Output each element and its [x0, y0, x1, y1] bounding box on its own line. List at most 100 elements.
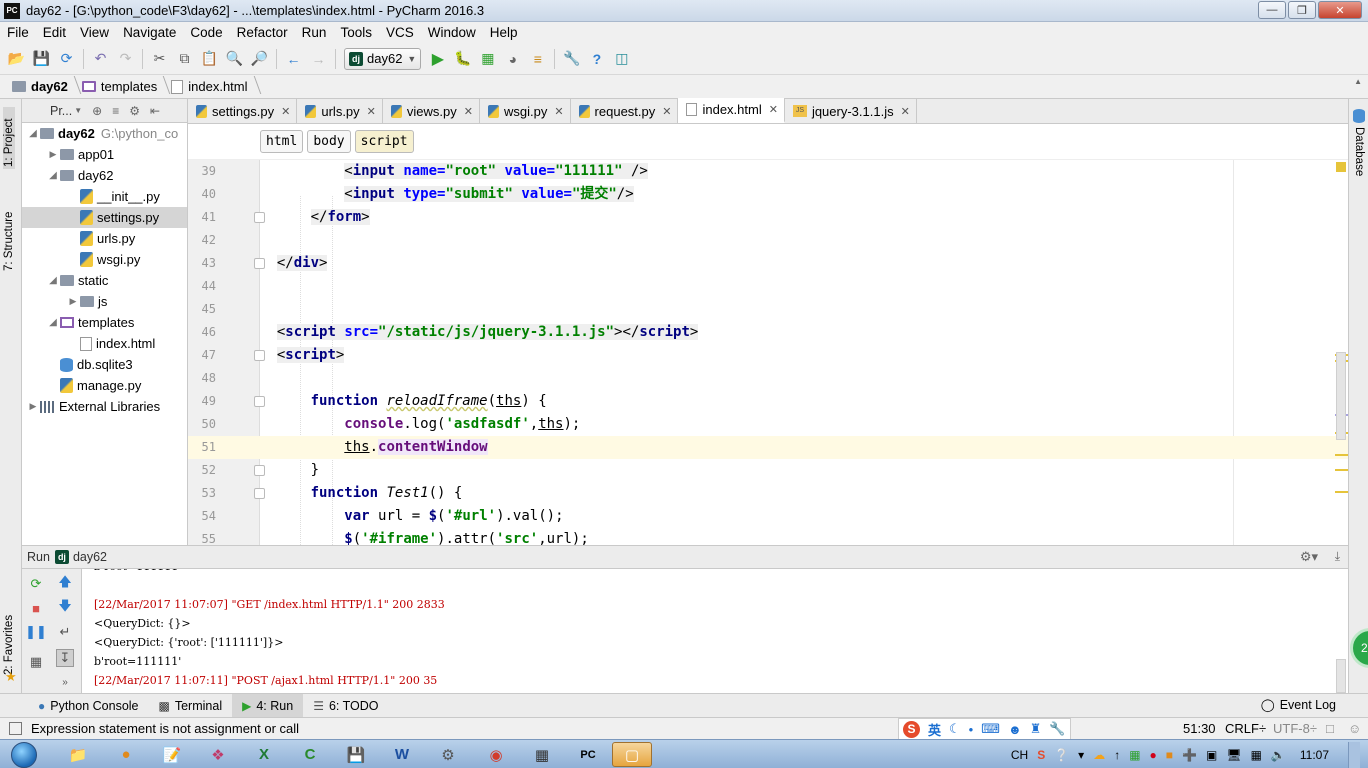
menu-code[interactable]: Code	[183, 25, 229, 40]
expanded-arrow-icon[interactable]: ◢	[46, 170, 60, 181]
browser-icon[interactable]: ●	[106, 742, 146, 767]
xmind-icon[interactable]: ❖	[198, 742, 238, 767]
nav-scroll-up-icon[interactable]: ▲	[1354, 77, 1362, 86]
scroll-to-end-icon[interactable]: ↧	[56, 649, 74, 667]
expanded-arrow-icon[interactable]: ◢	[46, 275, 60, 286]
rerun-icon[interactable]: ⟳	[27, 575, 45, 593]
caret-position[interactable]: 51:30	[1183, 721, 1216, 736]
hide-panel-icon[interactable]: ⤓	[1335, 549, 1340, 564]
toggle-tool-windows-icon[interactable]	[9, 722, 22, 735]
box-icon[interactable]: ■	[1166, 748, 1173, 762]
replace-icon[interactable]: 🔎	[249, 48, 271, 70]
find-icon[interactable]: 🔍	[224, 48, 246, 70]
sogou-tray-icon[interactable]: S	[1037, 748, 1045, 762]
collapsed-arrow-icon[interactable]: ▶	[46, 149, 60, 160]
tag-breadcrumb-script[interactable]: script	[354, 130, 414, 153]
sogou-ime-icon[interactable]: S	[903, 720, 920, 738]
tree-item[interactable]: ◢ static	[22, 270, 187, 291]
tree-item[interactable]: ▶ js	[22, 291, 187, 312]
lock-icon[interactable]: □	[1326, 721, 1334, 736]
settings-wrench-icon[interactable]: 🔧	[561, 48, 583, 70]
c-app-icon[interactable]: C	[290, 742, 330, 767]
ime-punct-icon[interactable]: •	[969, 722, 974, 737]
network-tray-icon[interactable]: ▦	[1129, 748, 1140, 762]
ime-language-label[interactable]: 英	[928, 720, 941, 739]
excel-icon[interactable]: X	[244, 742, 284, 767]
help-tray-icon[interactable]: ❔	[1054, 748, 1069, 762]
line-separator[interactable]: CRLF÷	[1225, 721, 1266, 736]
tree-item[interactable]: settings.py	[22, 207, 187, 228]
debug-icon[interactable]: 🐛	[452, 48, 474, 70]
tree-item[interactable]: ▶ app01	[22, 144, 187, 165]
up-arrow-icon[interactable]: 🡅	[56, 574, 74, 593]
editor-scrollbar-thumb[interactable]	[1336, 352, 1346, 440]
stripe-marker[interactable]	[1335, 491, 1348, 493]
ime-skin-icon[interactable]: ♜	[1030, 721, 1042, 737]
code-editor[interactable]: html body script 39 40 41 42 43 44 45 46 47 48 49 50 5…	[188, 124, 1348, 545]
collapsed-arrow-icon[interactable]: ▶	[66, 296, 80, 307]
concurrency-icon[interactable]: ≡	[527, 48, 549, 70]
tree-item[interactable]: ◢ day62	[22, 165, 187, 186]
back-icon[interactable]: ←	[283, 48, 305, 70]
tag-breadcrumb-body[interactable]: body	[307, 130, 351, 153]
display-icon[interactable]: ▣	[1206, 748, 1217, 762]
close-tab-icon[interactable]: ✕	[901, 105, 910, 118]
hide-panel-icon[interactable]: ⇤	[150, 104, 160, 118]
word-icon[interactable]: W	[382, 742, 422, 767]
soft-wrap-icon[interactable]: ↵	[56, 623, 74, 641]
chevron-down-icon[interactable]: ▼	[74, 106, 82, 115]
profile-icon[interactable]: ◕	[502, 48, 524, 70]
editor-tab[interactable]: JS jquery-3.1.1.js ✕	[785, 99, 917, 123]
menu-navigate[interactable]: Navigate	[116, 25, 183, 40]
database-tool-tab[interactable]: Database	[1353, 127, 1365, 176]
menu-view[interactable]: View	[73, 25, 116, 40]
bottom-tab[interactable]: ● Python Console	[28, 694, 149, 718]
start-button[interactable]	[4, 740, 44, 768]
ime-tools-icon[interactable]: 🔧	[1049, 721, 1065, 737]
undo-icon[interactable]: ↶	[90, 48, 112, 70]
explorer-icon[interactable]: 📁	[58, 742, 98, 767]
wifi-icon[interactable]: ▦	[1251, 748, 1262, 762]
save-app-icon[interactable]: 💾	[336, 742, 376, 767]
breadcrumb-project[interactable]: day62	[8, 79, 78, 94]
tag-breadcrumb-html[interactable]: html	[260, 130, 304, 153]
restore-button[interactable]: ❐	[1288, 1, 1316, 19]
inspection-status-icon[interactable]	[1336, 162, 1346, 172]
gear-icon[interactable]: ⚙▾	[1300, 549, 1318, 565]
stripe-marker[interactable]	[1335, 454, 1348, 456]
close-tab-icon[interactable]: ✕	[281, 105, 290, 118]
run-icon[interactable]: ▶	[427, 48, 449, 70]
cut-icon[interactable]: ✂	[149, 48, 171, 70]
copy-icon[interactable]: ⧉	[174, 48, 196, 70]
help-icon[interactable]: ?	[586, 48, 608, 70]
redo-icon[interactable]: ↷	[115, 48, 137, 70]
upload-icon[interactable]: ↑	[1114, 748, 1120, 762]
ime-user-icon[interactable]: ☻	[1008, 722, 1022, 737]
tree-item[interactable]: __init__.py	[22, 186, 187, 207]
stripe-marker[interactable]	[1335, 469, 1348, 471]
tree-item[interactable]: index.html	[22, 333, 187, 354]
collapse-all-icon[interactable]: ≡	[112, 104, 119, 118]
more-actions-icon[interactable]: »	[56, 673, 74, 691]
open-folder-icon[interactable]: 📂	[6, 48, 28, 70]
menu-refactor[interactable]: Refactor	[230, 25, 295, 40]
breadcrumb-file[interactable]: index.html	[167, 79, 257, 94]
run-with-coverage-icon[interactable]: ▦	[477, 48, 499, 70]
save-all-icon[interactable]: 💾	[31, 48, 53, 70]
gear-icon[interactable]: ⚙	[129, 104, 140, 118]
menu-window[interactable]: Window	[421, 25, 483, 40]
notepad-icon[interactable]: 📝	[152, 742, 192, 767]
editor-tab[interactable]: request.py ✕	[571, 99, 679, 123]
tree-item[interactable]: ◢ day62 G:\python_co	[22, 123, 187, 144]
project-view-dropdown[interactable]: Pr...	[50, 104, 72, 118]
synchronize-icon[interactable]: ⟳	[56, 48, 78, 70]
tree-item[interactable]: manage.py	[22, 375, 187, 396]
menu-vcs[interactable]: VCS	[379, 25, 421, 40]
menu-help[interactable]: Help	[483, 25, 525, 40]
tree-item[interactable]: ◢ templates	[22, 312, 187, 333]
tree-item[interactable]: urls.py	[22, 228, 187, 249]
run-configuration-dropdown[interactable]: dj day62 ▼	[344, 47, 422, 70]
expanded-arrow-icon[interactable]: ◢	[46, 317, 60, 328]
code-area[interactable]: <input name="root" value="111111" /> <in…	[260, 160, 1348, 545]
editor-tab[interactable]: index.html ✕	[678, 98, 785, 123]
